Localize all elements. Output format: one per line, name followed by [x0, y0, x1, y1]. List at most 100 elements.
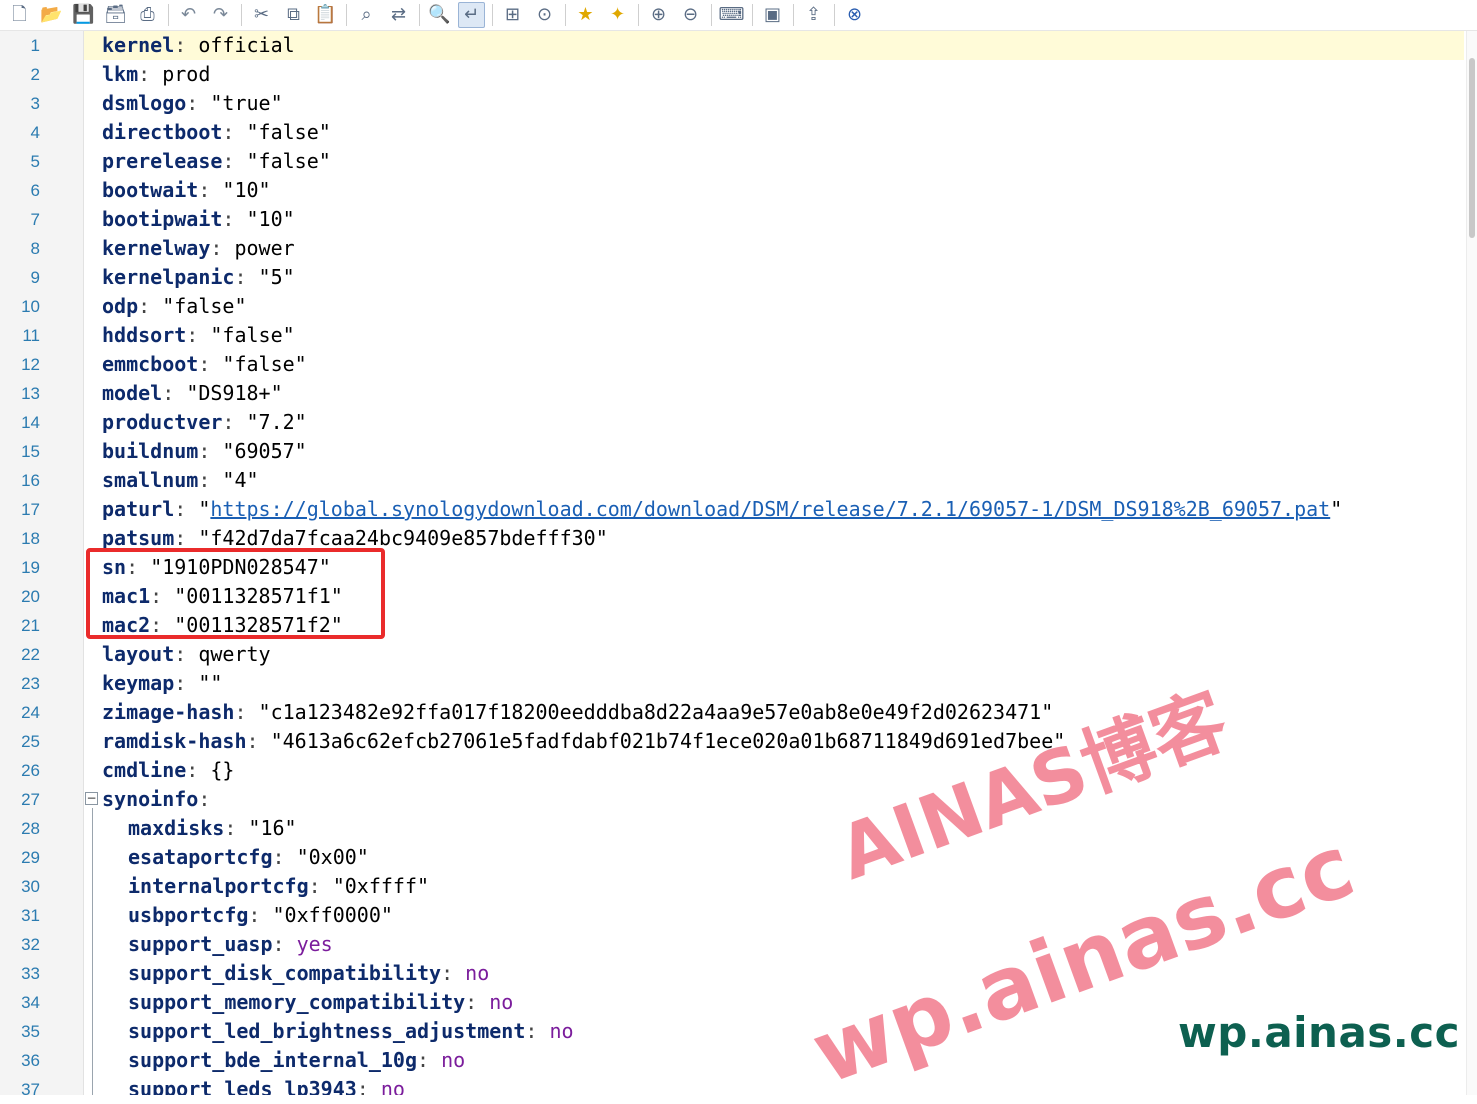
code-line[interactable]: cmdline: {} — [84, 756, 1464, 785]
find-icon[interactable]: ⌕ — [353, 2, 380, 28]
yaml-key: cmdline — [102, 758, 187, 782]
colon-punctuation: : — [186, 91, 211, 115]
line-number: 26 — [21, 761, 40, 780]
colon-punctuation: : — [224, 816, 249, 840]
yaml-value: no — [465, 961, 490, 985]
code-line[interactable]: kernelpanic: "5" — [84, 263, 1464, 292]
code-line[interactable]: odp: "false" — [84, 292, 1464, 321]
colon-punctuation: : — [162, 381, 187, 405]
yaml-value: "10" — [246, 207, 295, 231]
line-number: 22 — [21, 645, 40, 664]
zoom-find-icon[interactable]: ⊙ — [531, 2, 558, 28]
undo-icon[interactable]: ↶ — [175, 2, 202, 28]
yaml-value: power — [234, 236, 295, 260]
yaml-value: "false" — [246, 120, 331, 144]
code-line[interactable]: bootwait: "10" — [84, 176, 1464, 205]
colon-punctuation: : — [186, 323, 211, 347]
yaml-value: "0xffff" — [332, 874, 430, 898]
yaml-key: usbportcfg — [128, 903, 249, 927]
line-number: 4 — [30, 123, 40, 142]
code-line[interactable]: directboot: "false" — [84, 118, 1464, 147]
export-icon[interactable]: ⇪ — [800, 2, 827, 28]
bookmark-icon[interactable]: ★ — [572, 2, 599, 28]
code-line[interactable]: hddsort: "false" — [84, 321, 1464, 350]
colon-punctuation: : — [272, 932, 297, 956]
print-icon[interactable]: ⎙ — [134, 2, 161, 28]
colon-punctuation: : — [186, 758, 211, 782]
code-line[interactable]: model: "DS918+" — [84, 379, 1464, 408]
zoom-out-icon[interactable]: ⊖ — [677, 2, 704, 28]
yaml-key: support_leds_lp3943 — [128, 1077, 357, 1095]
code-line[interactable]: lkm: prod — [84, 60, 1464, 89]
code-line[interactable]: dsmlogo: "true" — [84, 89, 1464, 118]
code-line[interactable]: buildnum: "69057" — [84, 437, 1464, 466]
yaml-key: bootwait — [102, 178, 199, 202]
copy-icon[interactable]: ⧉ — [280, 2, 307, 28]
open-folder-icon[interactable]: 📂 — [38, 2, 65, 28]
new-file-icon[interactable]: 🗋 — [6, 2, 33, 28]
colon-punctuation: : — [138, 62, 163, 86]
toolbar: 🗋 📂 💾 🗃 ⎙ ↶ ↷ ✂ ⧉ 📋 ⌕ ⇄ 🔍 ↵ ⊞ ⊙ ★ ✦ ⊕ ⊖ ⌨ ▣ ⇪ ⊗ — [0, 0, 1477, 31]
colon-punctuation: : — [356, 1077, 381, 1095]
line-number: 2 — [30, 65, 40, 84]
save-all-icon[interactable]: 🗃 — [102, 2, 129, 28]
yaml-value: no — [441, 1048, 466, 1072]
scrollbar-thumb[interactable] — [1469, 58, 1475, 238]
colon-punctuation: : — [465, 990, 490, 1014]
red-highlight-annotation — [86, 548, 385, 639]
toolbar-separator — [793, 4, 794, 26]
yaml-key: directboot — [102, 120, 223, 144]
code-line[interactable]: keymap: "" — [84, 669, 1464, 698]
line-number: 35 — [21, 1022, 40, 1041]
yaml-key: emmcboot — [102, 352, 199, 376]
yaml-value: "false" — [210, 323, 295, 347]
hex-view-icon[interactable]: ⊞ — [499, 2, 526, 28]
line-number: 8 — [30, 239, 40, 258]
toolbar-separator — [346, 4, 347, 26]
save-icon[interactable]: 💾 — [70, 2, 97, 28]
code-line[interactable]: paturl: "https://global.synologydownload… — [84, 495, 1464, 524]
line-number: 9 — [30, 268, 40, 287]
line-number-gutter: 1 2 3 4 5 6 7 8 9 10 11 12 13 14 15 16 17 18 19 20 21 22 23 24 2… — [0, 31, 84, 1099]
code-line[interactable]: kernelway: power — [84, 234, 1464, 263]
code-line[interactable]: bootipwait: "10" — [84, 205, 1464, 234]
code-line[interactable]: layout: qwerty — [84, 640, 1464, 669]
yaml-value: official — [198, 33, 295, 57]
code-line[interactable]: support_disk_compatibility: no — [84, 959, 1464, 988]
code-line[interactable]: ramdisk-hash: "4613a6c62efcb27061e5fadfd… — [84, 727, 1464, 756]
find-in-files-icon[interactable]: 🔍 — [426, 2, 453, 28]
code-line[interactable]: maxdisks: "16" — [84, 814, 1464, 843]
code-line[interactable]: zimage-hash: "c1a123482e92ffa017f18200ee… — [84, 698, 1464, 727]
colon-punctuation: : — [174, 497, 199, 521]
colon-punctuation: : — [416, 1048, 442, 1072]
zoom-in-icon[interactable]: ⊕ — [645, 2, 672, 28]
yaml-value: prod — [162, 62, 211, 86]
replace-icon[interactable]: ⇄ — [385, 2, 412, 28]
url-link[interactable]: https://global.synologydownload.com/down… — [210, 497, 1330, 521]
bookmark-add-icon[interactable]: ✦ — [604, 2, 631, 28]
yaml-value: "false" — [246, 149, 331, 173]
code-line[interactable]: smallnum: "4" — [84, 466, 1464, 495]
paste-icon[interactable]: 📋 — [312, 2, 339, 28]
code-line[interactable]: productver: "7.2" — [84, 408, 1464, 437]
cut-icon[interactable]: ✂ — [248, 2, 275, 28]
line-number: 12 — [21, 355, 40, 374]
yaml-key: keymap — [102, 671, 175, 695]
yaml-key: dsmlogo — [102, 91, 187, 115]
fold-collapse-icon[interactable]: − — [85, 792, 98, 805]
line-number: 37 — [21, 1080, 40, 1099]
code-line[interactable]: synoinfo: — [84, 785, 1464, 814]
keyboard-icon[interactable]: ⌨ — [718, 2, 745, 28]
code-line[interactable]: support_leds_lp3943: no — [84, 1075, 1464, 1095]
word-wrap-icon[interactable]: ↵ — [458, 2, 485, 28]
yaml-key: buildnum — [102, 439, 199, 463]
close-circle-icon[interactable]: ⊗ — [841, 2, 868, 28]
code-line[interactable]: emmcboot: "false" — [84, 350, 1464, 379]
yaml-key: model — [102, 381, 163, 405]
terminal-icon[interactable]: ▣ — [759, 2, 786, 28]
yaml-value: yes — [296, 932, 333, 956]
code-line[interactable]: prerelease: "false" — [84, 147, 1464, 176]
code-line[interactable]: kernel: official — [84, 31, 1464, 60]
redo-icon[interactable]: ↷ — [207, 2, 234, 28]
yaml-value: "DS918+" — [186, 381, 283, 405]
